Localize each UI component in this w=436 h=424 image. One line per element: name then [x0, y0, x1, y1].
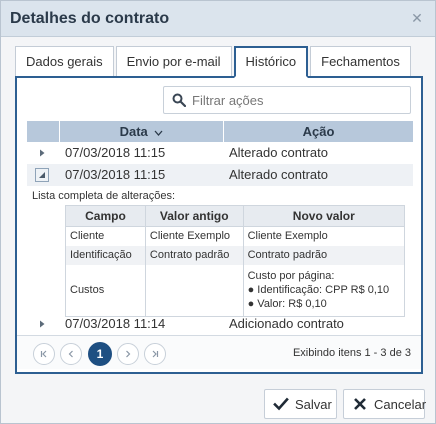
cancel-button[interactable]: Cancelar [343, 389, 427, 419]
dialog-titlebar: Detalhes do contrato ✕ [1, 1, 435, 37]
expand-row-icon[interactable] [38, 320, 46, 328]
detail-caption: Lista completa de alterações: [32, 190, 176, 202]
tab-fechamentos[interactable]: Fechamentos [310, 46, 411, 77]
change-row: Custos Custo por página: ● Identificação… [65, 264, 406, 317]
change-new-value: Contrato padrão [242, 245, 406, 265]
changes-table: Campo Valor antigo Novo valor Cliente Cl… [65, 205, 406, 317]
change-old-value [144, 264, 244, 317]
expand-column-header [27, 121, 60, 142]
column-header-action[interactable]: Ação [224, 121, 413, 142]
change-field: Custos [65, 264, 146, 317]
cost-item: ● Valor: R$ 0,10 [247, 298, 327, 311]
table-row: 07/03/2018 11:15 Alterado contrato [27, 164, 413, 186]
row-detail: Lista completa de alterações: Campo Valo… [27, 186, 413, 317]
change-field: Cliente [65, 226, 146, 246]
row-action: Alterado contrato [229, 167, 329, 182]
tab-envio-por-email[interactable]: Envio por e-mail [115, 46, 232, 77]
cost-title: Custo por página: [247, 270, 335, 283]
change-old-value: Contrato padrão [144, 245, 244, 265]
contract-details-dialog: Detalhes do contrato ✕ Dados gerais Envi… [0, 0, 436, 424]
dialog-title: Detalhes do contrato [10, 10, 170, 27]
search-icon [172, 93, 186, 107]
last-page-icon[interactable] [144, 343, 166, 365]
checkmark-icon [273, 397, 289, 411]
history-panel: Data Ação 07/03/2018 11:15 Alterado cont… [15, 76, 423, 374]
change-new-value: Custo por página: ● Identificação: CPP R… [242, 264, 406, 317]
x-icon [354, 398, 366, 410]
column-header-date[interactable]: Data [60, 121, 224, 142]
grid-header: Data Ação [27, 121, 413, 142]
pager-info: Exibindo itens 1 - 3 de 3 [292, 347, 411, 359]
first-page-icon[interactable] [33, 343, 55, 365]
history-grid: Data Ação 07/03/2018 11:15 Alterado cont… [27, 121, 413, 335]
page-button-current[interactable]: 1 [88, 342, 112, 366]
cancel-button-label: Cancelar [374, 397, 427, 412]
search-input[interactable] [192, 90, 404, 110]
column-header-date-label: Data [119, 124, 148, 139]
change-field: Identificação [65, 245, 146, 265]
table-row: 07/03/2018 11:15 Alterado contrato [27, 142, 413, 164]
previous-page-icon[interactable] [60, 343, 82, 365]
change-new-value: Cliente Exemplo [242, 226, 406, 246]
tab-strip: Dados gerais Envio por e-mail Histórico … [15, 46, 413, 78]
changes-header-new: Novo valor [242, 205, 406, 227]
search-box [163, 86, 411, 114]
row-date: 07/03/2018 11:15 [65, 145, 166, 160]
change-row: Identificação Contrato padrão Contrato p… [65, 245, 406, 265]
change-row: Cliente Cliente Exemplo Cliente Exemplo [65, 226, 406, 246]
tab-historico[interactable]: Histórico [233, 46, 309, 78]
changes-header-old: Valor antigo [144, 205, 244, 227]
tab-dados-gerais[interactable]: Dados gerais [15, 46, 114, 77]
next-page-icon[interactable] [117, 343, 139, 365]
row-date: 07/03/2018 11:15 [65, 167, 166, 182]
changes-header-field: Campo [65, 205, 146, 227]
row-action: Alterado contrato [229, 145, 329, 160]
chevron-down-icon [154, 130, 163, 136]
close-icon[interactable]: ✕ [409, 10, 425, 26]
save-button[interactable]: Salvar [264, 389, 337, 419]
expand-row-icon[interactable] [38, 149, 46, 157]
collapse-row-icon[interactable] [35, 168, 49, 182]
change-old-value: Cliente Exemplo [144, 226, 244, 246]
save-button-label: Salvar [295, 397, 332, 412]
cost-item: ● Identificação: CPP R$ 0,10 [247, 284, 390, 297]
pager: 1 Exibindo itens 1 - 3 de 3 [17, 335, 421, 369]
